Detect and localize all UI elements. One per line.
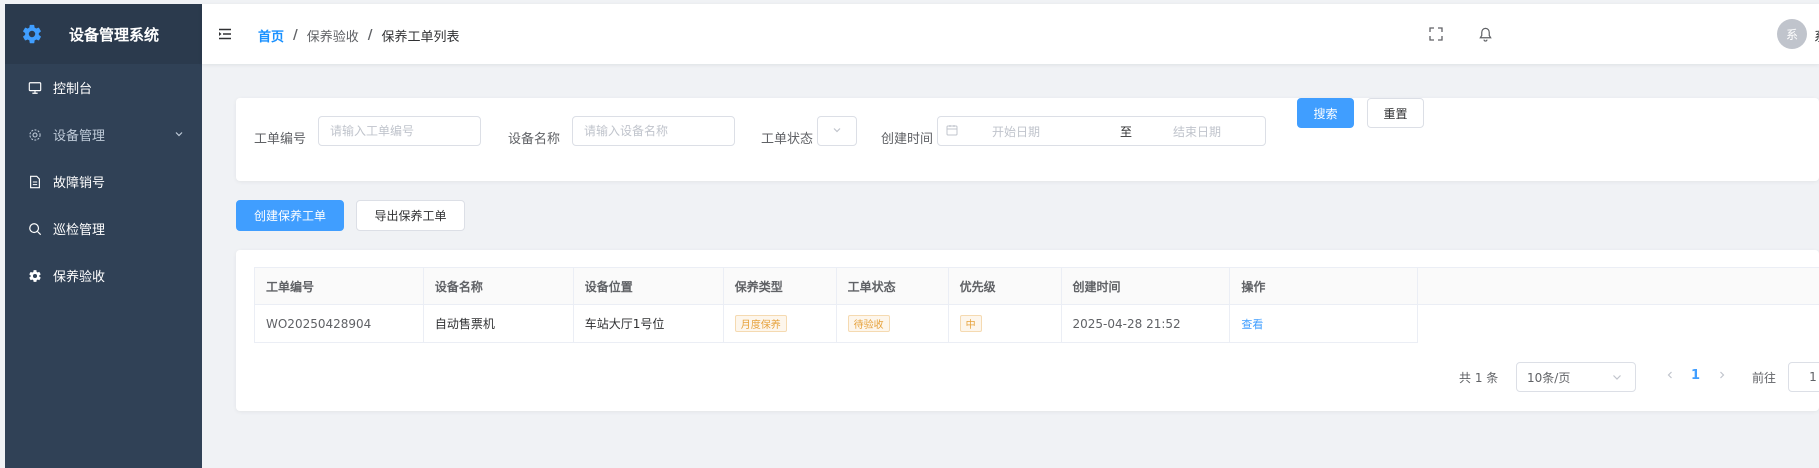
pagination-total: 共 1 条	[1459, 371, 1499, 385]
breadcrumb: 首页 / 保养验收 / 保养工单列表	[258, 26, 460, 45]
document-icon	[27, 174, 43, 190]
column-header: 创建时间	[1061, 268, 1231, 305]
chevron-down-icon	[832, 124, 842, 138]
avatar[interactable]: 系	[1777, 19, 1807, 49]
settings-icon	[27, 127, 43, 143]
sidebar-item-label: 设备管理	[53, 129, 106, 144]
order-table: 工单编号 设备名称 设备位置 保养类型 工单状态 优先级 创建时间 操作 WO2…	[254, 267, 1819, 343]
status-badge: 待验收	[847, 315, 890, 332]
app-title: 设备管理系统	[69, 25, 160, 44]
breadcrumb-home-link[interactable]: 首页	[258, 26, 284, 45]
search-form-card: 工单编号 设备名称 工单状态 创建时间 开始日期 至 结束日期 搜索 重置	[236, 98, 1819, 181]
status-select[interactable]	[817, 116, 857, 146]
column-header: 优先级	[948, 268, 1062, 305]
column-header: 设备位置	[573, 268, 724, 305]
order-no-cell: WO20250428904	[255, 305, 424, 343]
sidebar-item-label: 巡检管理	[53, 223, 106, 238]
gear-icon	[27, 268, 43, 284]
end-date-input[interactable]: 结束日期	[1173, 123, 1221, 140]
sidebar-item-fault-cancel[interactable]: 故障销号	[5, 158, 202, 205]
chevron-down-icon	[1611, 371, 1623, 386]
sidebar-item-label: 故障销号	[53, 176, 106, 191]
table-header-row: 工单编号 设备名称 设备位置 保养类型 工单状态 优先级 创建时间 操作	[255, 268, 1819, 305]
search-button[interactable]: 搜索	[1297, 98, 1354, 128]
breadcrumb-current: 保养工单列表	[381, 30, 460, 45]
create-order-button[interactable]: 创建保养工单	[236, 200, 344, 231]
page-size-value: 10条/页	[1527, 370, 1571, 385]
device-name-input[interactable]	[572, 116, 735, 146]
priority-cell: 中	[948, 305, 1062, 343]
range-separator: 至	[1120, 124, 1133, 139]
calendar-icon	[946, 124, 958, 139]
prev-page-icon[interactable]	[1665, 369, 1675, 383]
device-name-label: 设备名称	[508, 132, 561, 147]
sidebar-item-label: 保养验收	[53, 270, 106, 285]
location-cell: 车站大厅1号位	[573, 305, 724, 343]
goto-label: 前往	[1752, 371, 1777, 385]
table-card: 工单编号 设备名称 设备位置 保养类型 工单状态 优先级 创建时间 操作 WO2…	[236, 250, 1819, 411]
device-name-cell: 自动售票机	[423, 305, 574, 343]
status-label: 工单状态	[761, 132, 814, 147]
sidebar-header: 设备管理系统	[5, 4, 202, 64]
priority-tag: 中	[959, 315, 982, 332]
breadcrumb-separator: /	[293, 28, 298, 43]
chevron-down-icon	[174, 128, 184, 143]
column-header: 工单编号	[255, 268, 424, 305]
start-date-input[interactable]: 开始日期	[992, 123, 1084, 140]
gear-icon	[19, 21, 45, 47]
column-header: 保养类型	[723, 268, 837, 305]
column-header: 设备名称	[423, 268, 574, 305]
action-cell: 查看	[1230, 305, 1419, 343]
export-order-button[interactable]: 导出保养工单	[356, 200, 465, 231]
sidebar-item-inspection[interactable]: 巡检管理	[5, 205, 202, 252]
sidebar-item-device-management[interactable]: 设备管理	[5, 111, 202, 158]
breadcrumb-separator: /	[367, 28, 373, 43]
sidebar-item-console[interactable]: 控制台	[5, 64, 202, 111]
bell-icon[interactable]	[1478, 27, 1493, 46]
menu-toggle-icon[interactable]	[218, 28, 232, 44]
reset-button[interactable]: 重置	[1367, 98, 1424, 128]
order-no-label: 工单编号	[254, 132, 307, 147]
user-name[interactable]: 系	[1814, 26, 1819, 45]
table-row[interactable]: WO20250428904 自动售票机 车站大厅1号位 月度保养 待验收 中 2…	[255, 305, 1819, 343]
column-header: 操作	[1230, 268, 1419, 305]
status-cell: 待验收	[836, 305, 949, 343]
search-icon	[27, 221, 43, 237]
created-time-cell: 2025-04-28 21:52	[1061, 305, 1231, 343]
date-range-picker[interactable]: 开始日期 至 结束日期	[937, 116, 1266, 146]
page-size-select[interactable]: 10条/页	[1516, 362, 1636, 392]
column-header: 工单状态	[836, 268, 949, 305]
breadcrumb-item[interactable]: 保养验收	[307, 26, 359, 45]
maintenance-type-tag: 月度保养	[734, 315, 787, 332]
fullscreen-icon[interactable]	[1429, 27, 1443, 45]
next-page-icon[interactable]	[1717, 369, 1727, 383]
row-filler	[1418, 305, 1819, 343]
goto-page-input[interactable]: 1	[1788, 362, 1819, 392]
order-no-input[interactable]	[318, 116, 481, 146]
column-header-filler	[1418, 268, 1819, 305]
view-link[interactable]: 查看	[1241, 316, 1263, 332]
created-time-label: 创建时间	[881, 132, 934, 147]
sidebar-item-label: 控制台	[53, 82, 93, 97]
type-cell: 月度保养	[723, 305, 837, 343]
top-header: 首页 / 保养验收 / 保养工单列表 系 系	[202, 4, 1819, 64]
sidebar-item-maintenance-acceptance[interactable]: 保养验收	[5, 252, 202, 299]
monitor-icon	[27, 80, 43, 96]
page-number-current[interactable]: 1	[1691, 368, 1700, 383]
sidebar: 设备管理系统 控制台 设备管理 故障销号 巡检管理 保养验收	[5, 4, 202, 468]
